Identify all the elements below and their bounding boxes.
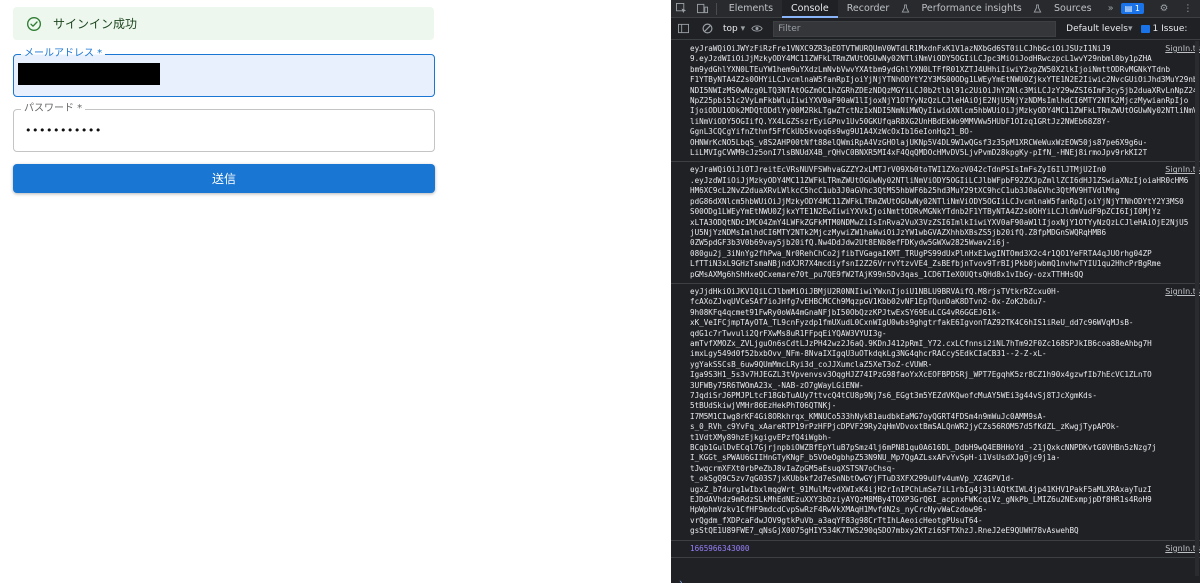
issues-badge[interactable]: ▤ 1 xyxy=(1120,3,1144,14)
console-log-line: 9.eyJzdWIiOiJjMzkyODY4MC11ZWFkLTRmZWUtOG… xyxy=(690,54,1152,64)
password-value: ••••••••••• xyxy=(25,124,102,137)
console-log-entry: eyJraWQiOiJWYzFiRzFre1VNXC9ZR3pEOTVTWURQ… xyxy=(671,41,1200,163)
chevron-down-icon: ▾ xyxy=(1128,23,1133,34)
console-log-line: Iga9S3H1_5s3v7HJEGZL3tVpvenvsv3OqgHJZ74I… xyxy=(690,370,1152,380)
console-log-line: eyJraWQiOiJWYzFiRzFre1VNXC9ZR3pEOTVTWURQ… xyxy=(690,44,1111,53)
inspect-element-icon[interactable] xyxy=(676,2,687,16)
console-log-line: ugxZ_b7durg1wIbxlmqgWrt_91MulMzvdXWIxK4i… xyxy=(690,484,1152,494)
message-icon: ▤ xyxy=(1124,4,1133,13)
email-label: メールアドレス * xyxy=(21,47,106,61)
console-log-line: tJwqcrmXFXt0rbPeZbJ8vIaZpGM5aEsuqXSTSN7o… xyxy=(690,463,896,473)
success-alert: サインイン成功 xyxy=(13,7,434,40)
scrollbar[interactable] xyxy=(1195,41,1199,576)
console-log-line: 3UFWBy75R6TWOmA23x_-NAB-zO7gWayLGiENW- xyxy=(690,380,864,390)
tab-performance-insights[interactable]: Performance insights xyxy=(913,0,1031,18)
console-log-line: liNmViODY5OGIifQ.YX4LGZSszrEyiGPnv1Uv50G… xyxy=(690,116,1111,126)
console-toolbar: top ▾ Filter Default levels ▾ 1 Issue: xyxy=(671,18,1200,40)
console-log-line: jU5NjYzNDMsImlhdCI6MTY2NTk2MjczMywiZW1ha… xyxy=(690,227,1107,237)
device-toolbar-icon[interactable] xyxy=(697,2,708,16)
recorder-flask-icon xyxy=(900,2,910,16)
console-log[interactable]: eyJraWQiOiJWYzFiRzFre1VNXC9ZR3pEOTVTWURQ… xyxy=(671,41,1200,576)
console-log-line: eyJraWQiOiJiOTJreitEcVRsNUVFSWhvaGZZY2xL… xyxy=(690,165,1107,175)
issues-label: 1 Issue: xyxy=(1152,23,1188,34)
console-log-line: I7M5M1CIwg8rKF4Gi8ORkhrqx_KMNUCo533hNyk8… xyxy=(690,411,1047,421)
console-log-line: S00ODg1LWEyYmEtNWU0ZjkxYTE1N2EwIiwiYXVkI… xyxy=(690,207,1161,217)
console-log-line: OHNWrKcNO5LbqS_v8S2AHP00tNft88elQWmiRpA4… xyxy=(690,137,1148,147)
context-select[interactable]: top ▾ xyxy=(723,24,745,34)
sidebar-toggle-icon[interactable] xyxy=(676,22,690,36)
console-log-line: 0ZW5pdGF3b3V0b69vay5jb20ifQ.Nw4DdJdw2Ut8… xyxy=(690,238,1011,248)
console-log-line: F1YTByNTA4Z2s0OHYiLCJvcmlnaW5fanRpIjoiYj… xyxy=(690,75,1195,85)
console-log-line: t1VdtXMy89hzEjkgigvEPzfQ4iWgbh- xyxy=(690,432,832,442)
issues-counter[interactable]: 1 Issue: xyxy=(1140,23,1188,34)
console-log-entry: eyJjdHkiOiJKV1QiLCJlbmMiOiJBMjU2R0NNIiwi… xyxy=(671,284,1200,541)
email-field[interactable]: メールアドレス * xyxy=(13,47,435,97)
more-tabs-icon[interactable]: » xyxy=(1106,2,1116,16)
console-log-line: 9h08KFq4qcmet91FwRy0oWA4mGnaNFjbI50ObQzz… xyxy=(690,307,1001,317)
console-log-line: gsStQE1U89FWE7_qNsGjX0075gHIY534K7TWS290… xyxy=(690,526,1079,536)
console-log-line: NDI5NWIzMS0wNzg0LTQ3NTAtOGZmOC1hZGRhZDEz… xyxy=(690,85,1195,95)
console-log-line: HM6XC9cL2NvZ2duaXRvLWlkcC5hcC1ub3J0aGVhc… xyxy=(690,186,1120,196)
console-log-line: qdG1c7rTwvuli2QrFXwMs8uR1FFpqEiYQAW3VYUI… xyxy=(690,328,887,338)
console-log-line: xK_VeIFCjmpTAyOTA_TL9cnFyzdp1fmUXudL0Cxn… xyxy=(690,318,1134,328)
console-log-line: LfTTiN3xL9GHzTsmaNBjndXJR7X4mcdiyfsnI2Z2… xyxy=(690,259,1161,269)
more-options-icon[interactable]: ⋮ xyxy=(1181,2,1195,16)
console-log-line: xLTA3ODQtNDc1MC04ZmY4LWFkZGFkMTM0NDMwZiI… xyxy=(690,217,1189,227)
console-log-line: .eyJzdWIiOiJjMzkyODY4MC11ZWFkLTRmZWUtOGU… xyxy=(690,175,1189,185)
tab-console[interactable]: Console xyxy=(782,0,838,18)
log-levels-value: Default levels xyxy=(1066,23,1128,34)
console-log-line: IjoiODU1ODk2MDQtODdlYy00M2RkLTgwZTctNzIx… xyxy=(690,106,1195,116)
alert-message: サインイン成功 xyxy=(53,17,138,31)
clear-console-icon[interactable] xyxy=(700,22,714,36)
message-icon xyxy=(1140,24,1150,33)
console-log-line: NpZ25pbi51c2VyLmFkbWluIiwiYXV0aF90aW1lIj… xyxy=(690,96,1189,106)
console-log-line: bm9ydGhlYXN0LTEuYW1hem9uYXdzLmNvbVwvYXAt… xyxy=(690,64,1171,74)
filter-input[interactable]: Filter xyxy=(773,20,1057,37)
console-log-entry: eyJraWQiOiJiOTJreitEcVRsNUVFSWhvaGZZY2xL… xyxy=(671,162,1200,284)
console-log-line: amTvfXMOZx_ZVLjguOn6sCdtLJzPH42wz2J6aQ.9… xyxy=(690,338,1152,348)
console-prompt-icon[interactable]: › xyxy=(679,578,683,583)
settings-gear-icon[interactable]: ⚙ xyxy=(1157,2,1171,16)
password-field[interactable]: パスワード * ••••••••••• xyxy=(13,102,435,152)
context-value: top xyxy=(723,23,738,34)
chevron-down-icon: ▾ xyxy=(740,23,746,34)
console-log-line: vrQgdm_fXDPcaFdwJOV9gtkPuVb_a3aqYF83g98C… xyxy=(690,515,983,525)
tab-sources[interactable]: Sources xyxy=(1045,0,1101,18)
check-circle-icon xyxy=(27,16,41,31)
console-log-line: pGMsAXMg6hShHxeQCxemare70t_pu7QE9fW2TAjK… xyxy=(690,269,1084,279)
email-value-redacted xyxy=(18,63,160,85)
password-label: パスワード * xyxy=(21,102,86,116)
console-log-line: ygYakSSCsB_6uw9QUmMmcLRyi3d_coJJXumclaZ5… xyxy=(690,359,933,369)
console-log-line: s_0_RVh_c9YvFq_xAareRTP19rPzHFPjcDPVF29R… xyxy=(690,422,1120,432)
console-log-line: 080gu2j_3iNnYg2fhPwa_Nr0RehChCo2jfibTVGa… xyxy=(690,248,1152,258)
console-log-line: 1665966343000 xyxy=(690,543,750,553)
console-log-line: pdG86dXNlcm5hbWUiOiJjMzkyODY4MC11ZWFkLTR… xyxy=(690,196,1184,206)
tab-recorder[interactable]: Recorder xyxy=(838,0,899,18)
console-log-line: imxLgy549d0f52bxbOvv_NFm-8NvaIXIgqU3uOTk… xyxy=(690,349,1047,359)
console-log-line: t_okSgQ9C5zv7qG03S7jxKUbbkf2d7eSnNbtOwGY… xyxy=(690,474,1015,484)
log-levels-select[interactable]: Default levels ▾ xyxy=(1066,24,1132,34)
console-log-line: 7JqdiSrJ6PMJPLtcF18GbTuAUy7ttvcQ4tCU8p9N… xyxy=(690,391,1097,400)
console-log-line: LiLMVIgCVWM9cJz5onI7lsBNUdX4B_rQHvC0BNXR… xyxy=(690,148,1148,158)
console-log-line: EJDdAVhdz9mRdzSLkMhEdNEzuXXY3bDziyAYQzM8… xyxy=(690,495,1152,505)
live-expression-eye-icon[interactable] xyxy=(750,22,764,36)
devtools-tabbar: Elements Console Recorder Performance in… xyxy=(671,0,1200,18)
console-log-line: fcAXoZJvqUVCeSAf7ioJHfg7vEHBCMCCh9MqzpGV… xyxy=(690,297,1047,307)
signin-app: サインイン成功 メールアドレス * パスワード * ••••••••••• 送信 xyxy=(0,0,671,583)
devtools-panel: Elements Console Recorder Performance in… xyxy=(671,0,1200,583)
console-log-line: eyJjdHkiOiJKV1QiLCJlbmMiOiJBMjU2R0NNIiwi… xyxy=(690,286,1061,296)
tab-elements[interactable]: Elements xyxy=(720,0,782,18)
console-log-line: BCqb1GulDvECql7GjrjnpbiOWZBfEpYluB7pSmz4… xyxy=(690,443,1157,453)
console-log-line: GgnL3CQCgYifnZthnf5FfCkUb5kvoq6s9wg9U1A4… xyxy=(690,127,974,137)
issues-badge-count: 1 xyxy=(1134,4,1140,13)
console-log-entry: 1665966343000 SignIn.ts xyxy=(671,541,1200,559)
console-log-line: I_KGGt_sPWAU6GIIHnGTyKNgF_b5VOeOgbhpZ53N… xyxy=(690,453,1061,463)
submit-button[interactable]: 送信 xyxy=(13,164,435,193)
console-log-line: 5tBUdSkiwjVMHr86EzHekPhT06QTNKj- xyxy=(690,401,837,411)
performance-flask-icon xyxy=(1033,2,1043,16)
console-log-line: HpWphmVzkv1CfHF9mdcdCvpSwRzF4RwVkXMAqH1M… xyxy=(690,505,988,515)
